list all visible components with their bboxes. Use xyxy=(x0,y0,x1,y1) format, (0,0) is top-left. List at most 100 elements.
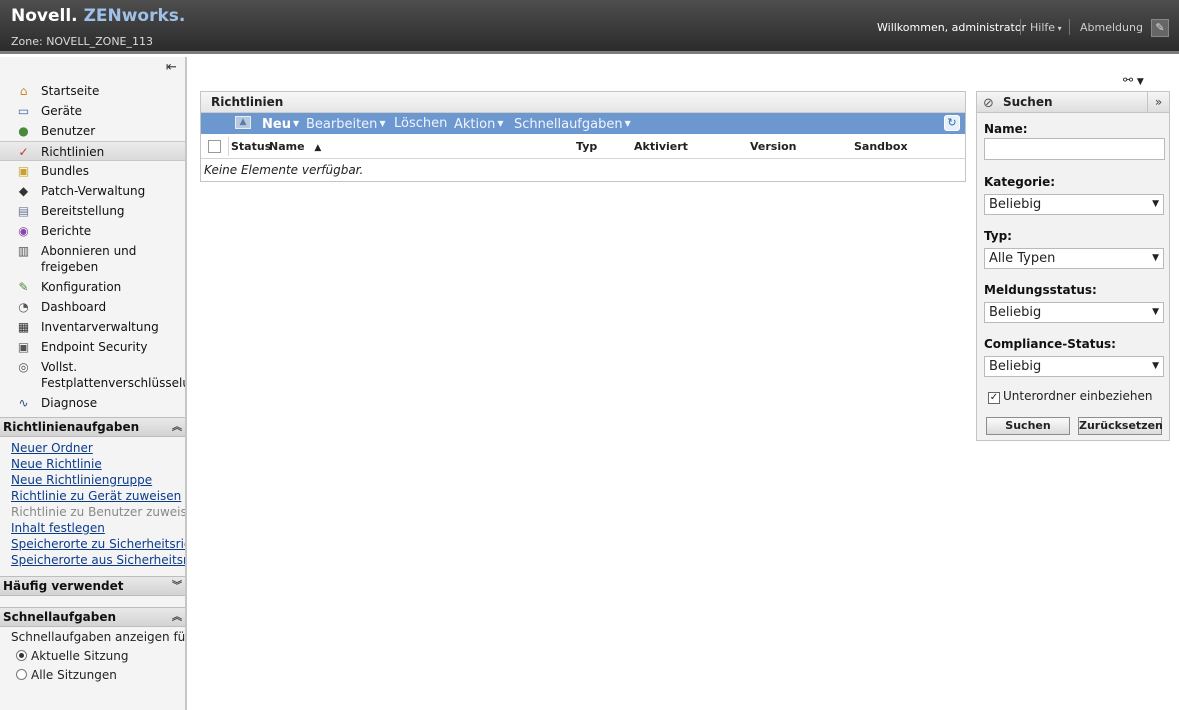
home-icon: ⌂ xyxy=(19,84,28,98)
sidebar-item-0[interactable]: ⌂ Startseite xyxy=(0,81,185,101)
radio-button-selected[interactable] xyxy=(16,650,27,661)
column-status[interactable]: Status xyxy=(231,134,271,159)
new-menu[interactable]: Neu ▼ xyxy=(262,113,299,135)
panel-title: Richtlinien xyxy=(201,92,965,113)
welcome-text: Willkommen, administrator xyxy=(877,21,1027,34)
bundle-icon: ▣ xyxy=(17,164,30,178)
radio-label: Alle Sitzungen xyxy=(31,668,117,682)
task-list: Neuer Ordner Neue Richtlinie Neue Richtlin… xyxy=(11,440,185,568)
folder-up-icon[interactable]: ▲ xyxy=(235,116,251,129)
task-link[interactable]: Richtlinie zu Gerät zuweisen xyxy=(11,488,185,504)
radio-all-sessions[interactable]: Alle Sitzungen xyxy=(16,668,117,682)
quick-panel-header[interactable]: Schnellaufgaben ︽ xyxy=(0,607,185,627)
novell-zenworks-logo: Novell. ZENworks. xyxy=(11,6,185,26)
sidebar-item-label: Konfiguration xyxy=(41,280,122,294)
help-menu[interactable]: Hilfe ▾ xyxy=(1030,21,1062,34)
dropdown-arrow-icon: ▼ xyxy=(1152,253,1159,263)
search-panel: ⊘ Suchen » Name: Kategorie: Beliebig ▼ Ty… xyxy=(976,91,1170,441)
include-subfolders-row[interactable]: ✓ Unterordner einbeziehen xyxy=(988,389,1153,404)
sidebar-item-4[interactable]: ▣ Bundles xyxy=(0,161,185,181)
compliance-status-select[interactable]: Beliebig ▼ xyxy=(984,356,1164,377)
sidebar-item-5[interactable]: ◆ Patch-Verwaltung xyxy=(0,181,185,201)
task-link[interactable]: Speicherorte zu Sicherheitsrichtlinie xyxy=(11,536,185,552)
collapse-sidebar-icon[interactable]: ⇤ xyxy=(166,60,177,75)
column-version[interactable]: Version xyxy=(750,134,797,159)
edit-menu[interactable]: Bearbeiten ▼ xyxy=(306,113,386,135)
sidebar-item-8[interactable]: ▥ Abonnieren und freigeben xyxy=(0,241,185,277)
column-type[interactable]: Typ xyxy=(576,134,597,159)
column-name-label: Name xyxy=(269,140,305,153)
sidebar-item-label: Vollst. Festplattenverschlüsselung xyxy=(41,360,185,390)
sidebar-item-label: Dashboard xyxy=(41,300,107,314)
sidebar-item-11[interactable]: ▦ Inventarverwaltung xyxy=(0,317,185,337)
sidebar-item-13[interactable]: ◎ Vollst. Festplattenverschlüsselung xyxy=(0,357,185,393)
delete-button[interactable]: Löschen xyxy=(394,113,447,134)
expand-down-icon[interactable]: ︾ xyxy=(172,578,182,596)
task-link[interactable]: Speicherorte aus Sicherheitsrichtlinie xyxy=(11,552,185,568)
type-select[interactable]: Alle Typen ▼ xyxy=(984,248,1164,269)
action-menu[interactable]: Aktion ▼ xyxy=(454,113,503,135)
include-subfolders-label: Unterordner einbeziehen xyxy=(1003,389,1153,403)
task-link[interactable]: Neue Richtlinie xyxy=(11,456,185,472)
sidebar-item-3[interactable]: ✓ Richtlinien xyxy=(0,141,185,161)
name-field[interactable] xyxy=(984,138,1165,160)
task-link[interactable]: Inhalt festlegen xyxy=(11,520,185,536)
quick-tasks-label: Schnellaufgaben xyxy=(514,117,623,132)
monitor-icon: ▭ xyxy=(17,104,30,118)
include-subfolders-checkbox[interactable]: ✓ xyxy=(988,392,1000,404)
refresh-icon[interactable]: ↻ xyxy=(944,115,960,131)
message-status-select[interactable]: Beliebig ▼ xyxy=(984,302,1164,323)
header-divider xyxy=(1069,19,1070,35)
table-header: Status Name ▲ Typ Aktiviert Version Sand… xyxy=(201,134,965,159)
category-value: Beliebig xyxy=(989,197,1042,212)
sidebar-item-1[interactable]: ▭ Geräte xyxy=(0,101,185,121)
header-divider xyxy=(1020,19,1021,35)
search-button[interactable]: Suchen xyxy=(986,417,1070,435)
reset-button[interactable]: Zurücksetzen xyxy=(1078,417,1163,435)
logout-link[interactable]: Abmeldung xyxy=(1080,21,1143,34)
quick-panel-title: Schnellaufgaben xyxy=(3,610,117,624)
bookmark-link-icon[interactable]: ⚯ ▼ xyxy=(1123,73,1144,87)
left-sidebar: ⇤ ⌂ Startseite ▭ Geräte ● Benutzer ✓ Richtlinie… xyxy=(0,57,187,710)
sidebar-item-7[interactable]: ◉ Berichte xyxy=(0,221,185,241)
sidebar-item-label: Diagnose xyxy=(41,396,98,410)
sidebar-item-label: Geräte xyxy=(41,104,83,118)
category-label: Kategorie: xyxy=(984,175,1056,189)
collapse-up-icon[interactable]: ︽ xyxy=(172,609,182,627)
pulse-icon: ∿ xyxy=(18,396,29,410)
search-panel-header: ⊘ Suchen » xyxy=(977,92,1169,113)
task-link[interactable]: Neuer Ordner xyxy=(11,440,185,456)
radio-button[interactable] xyxy=(16,669,27,680)
radio-current-session[interactable]: Aktuelle Sitzung xyxy=(16,649,129,663)
compliance-status-label: Compliance-Status: xyxy=(984,337,1116,351)
shield-icon: ◆ xyxy=(18,184,29,198)
category-select[interactable]: Beliebig ▼ xyxy=(984,194,1164,215)
quick-tasks-menu[interactable]: Schnellaufgaben ▼ xyxy=(514,113,631,135)
action-label: Aktion xyxy=(454,117,496,132)
tools-icon[interactable]: ✎ xyxy=(1151,19,1169,37)
report-icon: ◉ xyxy=(18,224,29,238)
sidebar-item-14[interactable]: ∿ Diagnose xyxy=(0,393,185,413)
sidebar-item-6[interactable]: ▤ Bereitstellung xyxy=(0,201,185,221)
radio-label: Aktuelle Sitzung xyxy=(31,649,129,663)
sidebar-item-12[interactable]: ▣ Endpoint Security xyxy=(0,337,185,357)
sidebar-item-9[interactable]: ✎ Konfiguration xyxy=(0,277,185,297)
new-label: Neu xyxy=(262,117,291,132)
column-sandbox[interactable]: Sandbox xyxy=(854,134,908,159)
wrench-icon: ✎ xyxy=(18,280,29,294)
policy-icon: ✓ xyxy=(18,145,29,159)
tasks-panel-header[interactable]: Richtlinienaufgaben ︽ xyxy=(0,417,185,437)
sidebar-item-10[interactable]: ◔ Dashboard xyxy=(0,297,185,317)
select-all-checkbox[interactable] xyxy=(208,140,221,153)
task-link[interactable]: Neue Richtliniengruppe xyxy=(11,472,185,488)
dropdown-arrow-icon: ▼ xyxy=(1152,361,1159,371)
search-title: Suchen xyxy=(1003,95,1053,109)
quick-tasks-label: Schnellaufgaben anzeigen für: xyxy=(11,630,187,644)
message-status-label: Meldungsstatus: xyxy=(984,283,1097,297)
expand-right-icon[interactable]: » xyxy=(1147,92,1169,112)
collapse-up-icon[interactable]: ︽ xyxy=(172,419,182,437)
column-enabled[interactable]: Aktiviert xyxy=(634,134,688,159)
column-name[interactable]: Name ▲ xyxy=(269,134,321,161)
frequent-panel-header[interactable]: Häufig verwendet ︾ xyxy=(0,576,185,596)
sidebar-item-2[interactable]: ● Benutzer xyxy=(0,121,185,141)
